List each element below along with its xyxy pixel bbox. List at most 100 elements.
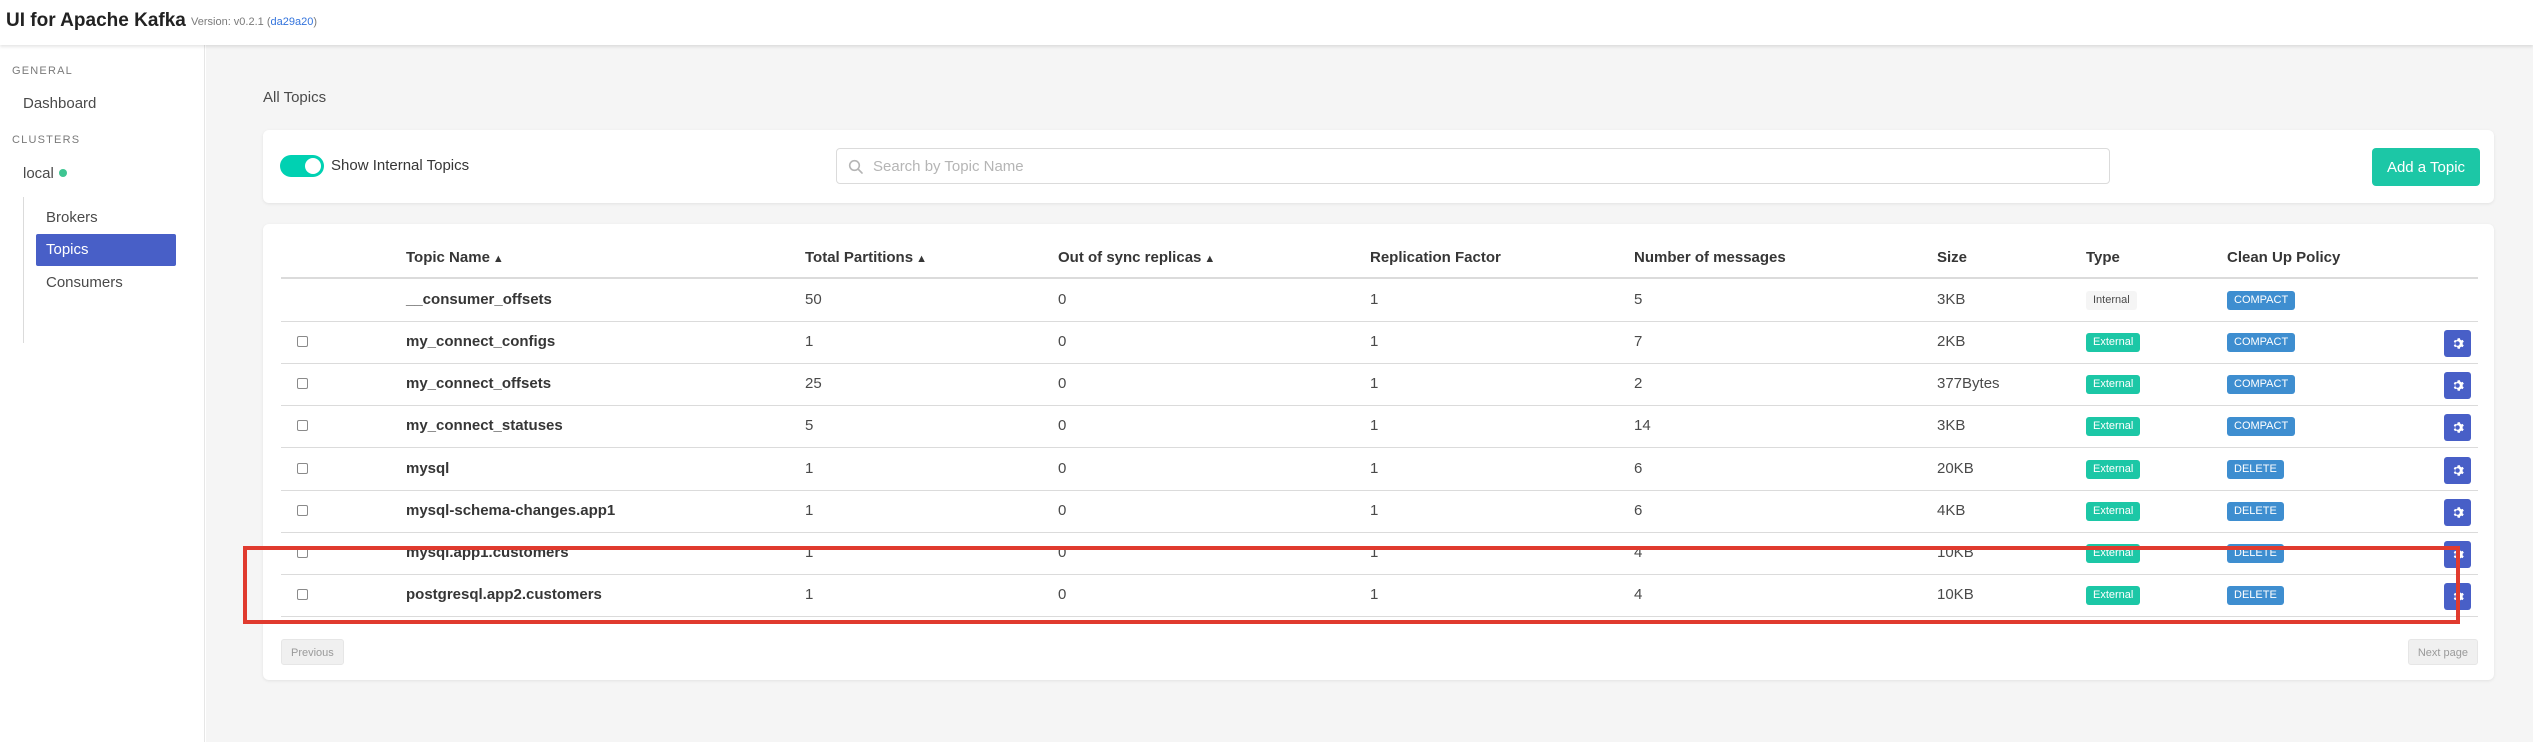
top-navbar: UI for Apache Kafka Version: v0.2.1 (da2… [0,0,2533,45]
cell-partitions: 1 [805,333,814,350]
type-badge: External [2086,502,2141,521]
gear-icon [2453,380,2464,391]
cell-out-of-sync: 0 [1058,375,1067,392]
sidebar: GENERAL Dashboard CLUSTERS local Brokers… [0,45,205,742]
add-topic-button[interactable]: Add a Topic [2372,148,2480,186]
version-hash-link[interactable]: da29a20 [271,16,314,28]
cell-messages: 6 [1634,460,1643,477]
topic-name-link[interactable]: my_connect_configs [406,321,555,363]
topic-name-link[interactable]: mysql-schema-changes.app1 [406,490,615,532]
type-badge: Internal [2086,291,2137,310]
cell-replication: 1 [1370,375,1379,392]
next-page-button[interactable]: Next page [2407,639,2478,665]
cleanup-policy-badge: COMPACT [2227,417,2296,436]
cluster-name: local [23,165,54,182]
page-title: All Topics [263,89,327,106]
row-select-checkbox[interactable] [297,378,308,389]
topic-settings-button[interactable] [2444,330,2471,357]
row-select-checkbox[interactable] [297,463,308,474]
column-header-size: Size [1937,249,1968,266]
cluster-local[interactable]: local [23,165,67,182]
cell-size: 377Bytes [1937,375,2000,392]
table-row: mysql-schema-changes.app1 1 0 1 6 4KB External… [263,490,2494,532]
previous-page-button[interactable]: Previous [281,639,344,665]
column-header-clean-up-policy: Clean Up Policy [2227,249,2341,266]
row-select-checkbox[interactable] [297,505,308,516]
submenu-divider [23,197,24,343]
sidebar-item-brokers[interactable]: Brokers [36,202,176,234]
cell-messages: 14 [1634,417,1651,434]
cell-out-of-sync: 0 [1058,460,1067,477]
cell-out-of-sync: 0 [1058,502,1067,519]
cell-replication: 1 [1370,460,1379,477]
cell-messages: 5 [1634,291,1643,308]
topic-name-link[interactable]: mysql [406,448,449,490]
cell-size: 3KB [1937,291,1966,308]
cell-messages: 2 [1634,375,1643,392]
show-internal-toggle[interactable] [280,155,324,177]
column-header-out-of-sync[interactable]: Out of sync replicas ▲︎ [1058,249,1215,266]
cell-size: 20KB [1937,460,1974,477]
search-input[interactable] [873,149,2103,183]
topic-settings-button[interactable] [2444,414,2471,441]
sort-icon: ▲︎ [916,253,927,265]
cluster-status-dot [58,169,67,177]
gear-icon [2453,338,2464,349]
cell-partitions: 1 [805,502,814,519]
sort-icon: ▲︎ [1204,253,1216,265]
type-badge: External [2086,417,2141,436]
cell-messages: 6 [1634,502,1643,519]
toggle-knob [305,158,321,174]
version-info: Version: v0.2.1 (da29a20) [191,16,317,28]
column-header-topic-name[interactable]: Topic Name ▲︎ [406,249,504,266]
topic-settings-button[interactable] [2444,372,2471,399]
show-internal-label[interactable]: Show Internal Topics [331,157,469,174]
cell-partitions: 1 [805,460,814,477]
cell-size: 2KB [1937,333,1966,350]
cell-partitions: 5 [805,417,814,434]
cell-out-of-sync: 0 [1058,417,1067,434]
cleanup-policy-badge: DELETE [2227,460,2284,479]
column-header-label: Out of sync replicas [1058,249,1202,266]
type-badge: External [2086,375,2141,394]
topics-toolbar: Show Internal Topics Add a Topic [263,130,2494,203]
sort-icon: ▲︎ [492,253,504,265]
cell-replication: 1 [1370,502,1379,519]
row-select-checkbox[interactable] [297,336,308,347]
search-field [836,148,2110,184]
sidebar-item-dashboard[interactable]: Dashboard [23,95,96,112]
sidebar-item-consumers[interactable]: Consumers [36,267,176,299]
cleanup-policy-badge: COMPACT [2227,375,2296,394]
topic-settings-button[interactable] [2444,499,2471,526]
table-row: mysql 1 0 1 6 20KB External DELETE [263,448,2494,490]
gear-icon [2453,507,2464,518]
topic-settings-button[interactable] [2444,457,2471,484]
cell-size: 3KB [1937,417,1966,434]
column-header-type: Type [2086,249,2120,266]
cell-replication: 1 [1370,291,1379,308]
column-header-replication-factor: Replication Factor [1370,249,1501,266]
cell-out-of-sync: 0 [1058,291,1067,308]
cell-messages: 7 [1634,333,1643,350]
gear-icon [2453,465,2464,476]
cell-replication: 1 [1370,333,1379,350]
topic-name-link[interactable]: my_connect_statuses [406,405,563,447]
app-title[interactable]: UI for Apache Kafka [6,10,186,32]
topic-name-link[interactable]: my_connect_offsets [406,363,551,405]
table-row: my_connect_offsets 25 0 1 2 377Bytes External C… [263,363,2494,405]
gear-icon [2453,422,2464,433]
table-row: my_connect_configs 1 0 1 7 2KB External COMPACT [263,321,2494,363]
cell-out-of-sync: 0 [1058,333,1067,350]
column-header-total-partitions[interactable]: Total Partitions ▲︎ [805,249,927,266]
table-row: __consumer_offsets 50 0 1 5 3KB Internal COMPAC… [263,279,2494,321]
type-badge: External [2086,333,2141,352]
main-content: All Topics Show Internal Topics Add a To… [206,45,2533,742]
topic-name-link[interactable]: __consumer_offsets [406,279,552,321]
column-header-label: Topic Name [406,249,490,266]
cell-partitions: 50 [805,291,822,308]
version-suffix: ) [313,16,317,28]
row-select-checkbox[interactable] [297,420,308,431]
column-header-label: Total Partitions [805,249,914,266]
column-header-number-of-messages: Number of messages [1634,249,1786,266]
sidebar-item-topics[interactable]: Topics [36,234,176,266]
